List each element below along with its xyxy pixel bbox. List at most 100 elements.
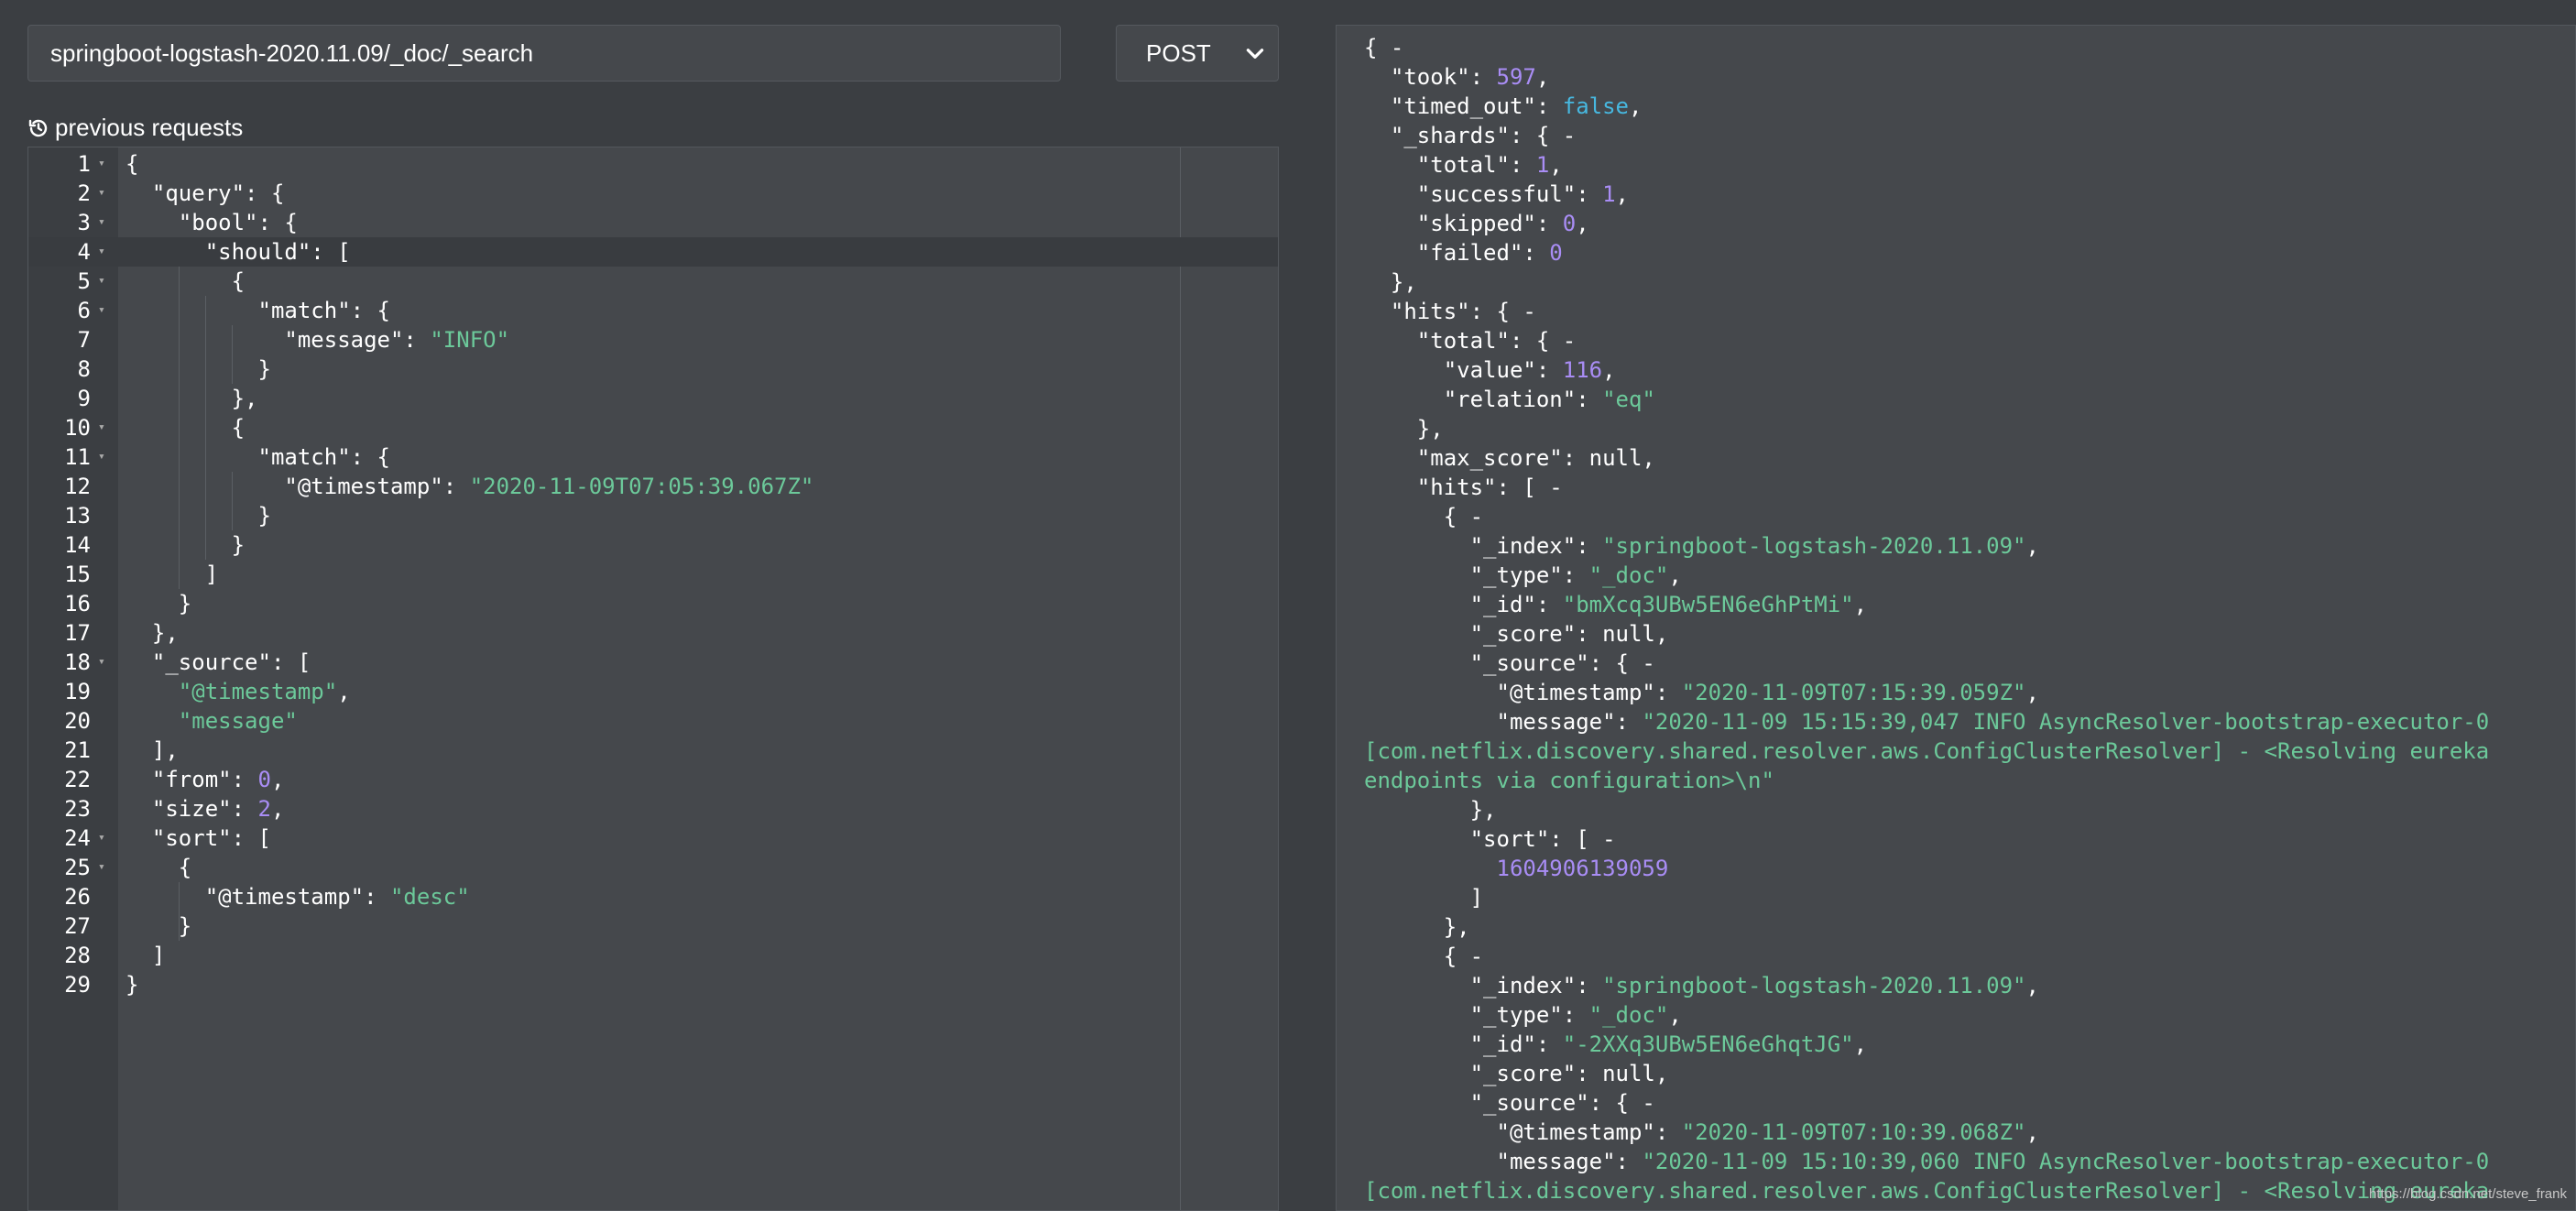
fold-toggle-icon[interactable]: ▾ — [98, 824, 105, 853]
code-line[interactable]: 22 "from": 0, — [28, 765, 1278, 794]
previous-requests-link[interactable]: previous requests — [27, 114, 243, 142]
code-text: } — [126, 503, 271, 529]
response-line: { - — [1364, 504, 1484, 529]
code-line[interactable]: 4 ▾ "should": [ — [28, 237, 1278, 267]
code-text: "match": { — [126, 444, 390, 470]
line-number: 12 — [64, 474, 91, 499]
response-line: "relation": "eq" — [1364, 387, 1655, 412]
code-line[interactable]: 8 } — [28, 355, 1278, 384]
code-text: "query": { — [126, 180, 285, 206]
code-line[interactable]: 6 ▾ "match": { — [28, 296, 1278, 325]
line-number: 4 — [77, 239, 91, 265]
line-number: 27 — [64, 913, 91, 939]
response-line: ] — [1364, 885, 1484, 911]
code-text: { — [126, 855, 192, 880]
response-line: [com.netflix.discovery.shared.resolver.a… — [1364, 1178, 2490, 1204]
code-line[interactable]: 21 ], — [28, 736, 1278, 765]
code-line[interactable]: 20 "message" — [28, 706, 1278, 736]
http-method-select[interactable]: POST — [1116, 25, 1279, 82]
response-line: "value": 116, — [1364, 357, 1616, 383]
code-text: "from": 0, — [126, 767, 285, 792]
code-line[interactable]: 3 ▾ "bool": { — [28, 208, 1278, 237]
code-text: { — [126, 151, 139, 177]
response-line: }, — [1364, 914, 1470, 940]
line-number: 23 — [64, 796, 91, 822]
code-text: "@timestamp": "2020-11-09T07:05:39.067Z" — [126, 474, 814, 499]
code-text: } — [126, 356, 271, 382]
code-line[interactable]: 19 "@timestamp", — [28, 677, 1278, 706]
code-text: { — [126, 415, 246, 441]
fold-toggle-icon[interactable]: ▾ — [98, 267, 105, 296]
chevron-down-icon — [1246, 49, 1264, 59]
code-line[interactable]: 17 }, — [28, 618, 1278, 648]
code-text: } — [126, 913, 192, 939]
fold-toggle-icon[interactable]: ▾ — [98, 149, 105, 179]
code-line[interactable]: 25 ▾ { — [28, 853, 1278, 882]
line-number: 1 — [77, 151, 91, 177]
response-line: "skipped": 0, — [1364, 211, 1589, 236]
code-line[interactable]: 12 "@timestamp": "2020-11-09T07:05:39.06… — [28, 472, 1278, 501]
response-line: "failed": 0 — [1364, 240, 1563, 266]
code-line[interactable]: 1 ▾ { — [28, 149, 1278, 179]
response-line: 1604906139059 — [1364, 856, 1669, 881]
line-number: 28 — [64, 943, 91, 968]
fold-toggle-icon[interactable]: ▾ — [98, 413, 105, 442]
request-body-editor[interactable]: 1 ▾ {2 ▾ "query": {3 ▾ "bool": {4 ▾ "should":… — [27, 147, 1279, 1211]
line-number: 6 — [77, 298, 91, 323]
code-line[interactable]: 16 } — [28, 589, 1278, 618]
code-text: "sort": [ — [126, 825, 271, 851]
code-line[interactable]: 26 "@timestamp": "desc" — [28, 882, 1278, 911]
line-number: 21 — [64, 737, 91, 763]
line-number: 10 — [64, 415, 91, 441]
code-text: "@timestamp": "desc" — [126, 884, 470, 910]
line-number: 5 — [77, 268, 91, 294]
fold-toggle-icon[interactable]: ▾ — [98, 296, 105, 325]
code-text: "bool": { — [126, 210, 298, 235]
fold-toggle-icon[interactable]: ▾ — [98, 237, 105, 267]
code-line[interactable]: 18 ▾ "_source": [ — [28, 648, 1278, 677]
response-line: }, — [1364, 269, 1417, 295]
response-line: "_index": "springboot-logstash-2020.11.0… — [1364, 973, 2039, 998]
response-line: { - — [1364, 944, 1484, 969]
code-line[interactable]: 9 }, — [28, 384, 1278, 413]
response-panel: { - "took": 597, "timed_out": false, "_s… — [1336, 25, 2576, 1211]
code-line[interactable]: 7 "message": "INFO" — [28, 325, 1278, 355]
code-line[interactable]: 28 ] — [28, 941, 1278, 970]
response-line: "_source": { - — [1364, 1090, 1655, 1116]
fold-toggle-icon[interactable]: ▾ — [98, 648, 105, 677]
response-line: }, — [1364, 797, 1497, 823]
code-line[interactable]: 13 } — [28, 501, 1278, 530]
code-line[interactable]: 27 } — [28, 911, 1278, 941]
code-line[interactable]: 10 ▾ { — [28, 413, 1278, 442]
code-line[interactable]: 15 ] — [28, 560, 1278, 589]
code-text: } — [126, 591, 192, 616]
code-line[interactable]: 5 ▾ { — [28, 267, 1278, 296]
fold-toggle-icon[interactable]: ▾ — [98, 179, 105, 208]
fold-toggle-icon[interactable]: ▾ — [98, 853, 105, 882]
code-line[interactable]: 11 ▾ "match": { — [28, 442, 1278, 472]
request-url-input[interactable] — [27, 25, 1061, 82]
response-line: "message": "2020-11-09 15:15:39,047 INFO… — [1364, 709, 2490, 735]
response-line: endpoints via configuration>\n" — [1364, 768, 1774, 793]
history-icon — [28, 119, 48, 136]
code-line[interactable]: 2 ▾ "query": { — [28, 179, 1278, 208]
response-line: "@timestamp": "2020-11-09T07:15:39.059Z"… — [1364, 680, 2039, 705]
response-line: "_score": null, — [1364, 1061, 1669, 1086]
code-line[interactable]: 24 ▾ "sort": [ — [28, 824, 1278, 853]
response-line: "total": 1, — [1364, 152, 1563, 178]
code-line[interactable]: 29} — [28, 970, 1278, 999]
code-text: "match": { — [126, 298, 390, 323]
line-number: 8 — [77, 356, 91, 382]
code-line[interactable]: 14 } — [28, 530, 1278, 560]
line-number: 26 — [64, 884, 91, 910]
response-line: "hits": { - — [1364, 299, 1536, 324]
line-number: 14 — [64, 532, 91, 558]
response-line: "max_score": null, — [1364, 445, 1655, 471]
fold-toggle-icon[interactable]: ▾ — [98, 208, 105, 237]
code-text: ], — [126, 737, 179, 763]
response-line: "took": 597, — [1364, 64, 1550, 90]
line-number: 3 — [77, 210, 91, 235]
code-line[interactable]: 23 "size": 2, — [28, 794, 1278, 824]
code-text: "message" — [126, 708, 298, 734]
fold-toggle-icon[interactable]: ▾ — [98, 442, 105, 472]
